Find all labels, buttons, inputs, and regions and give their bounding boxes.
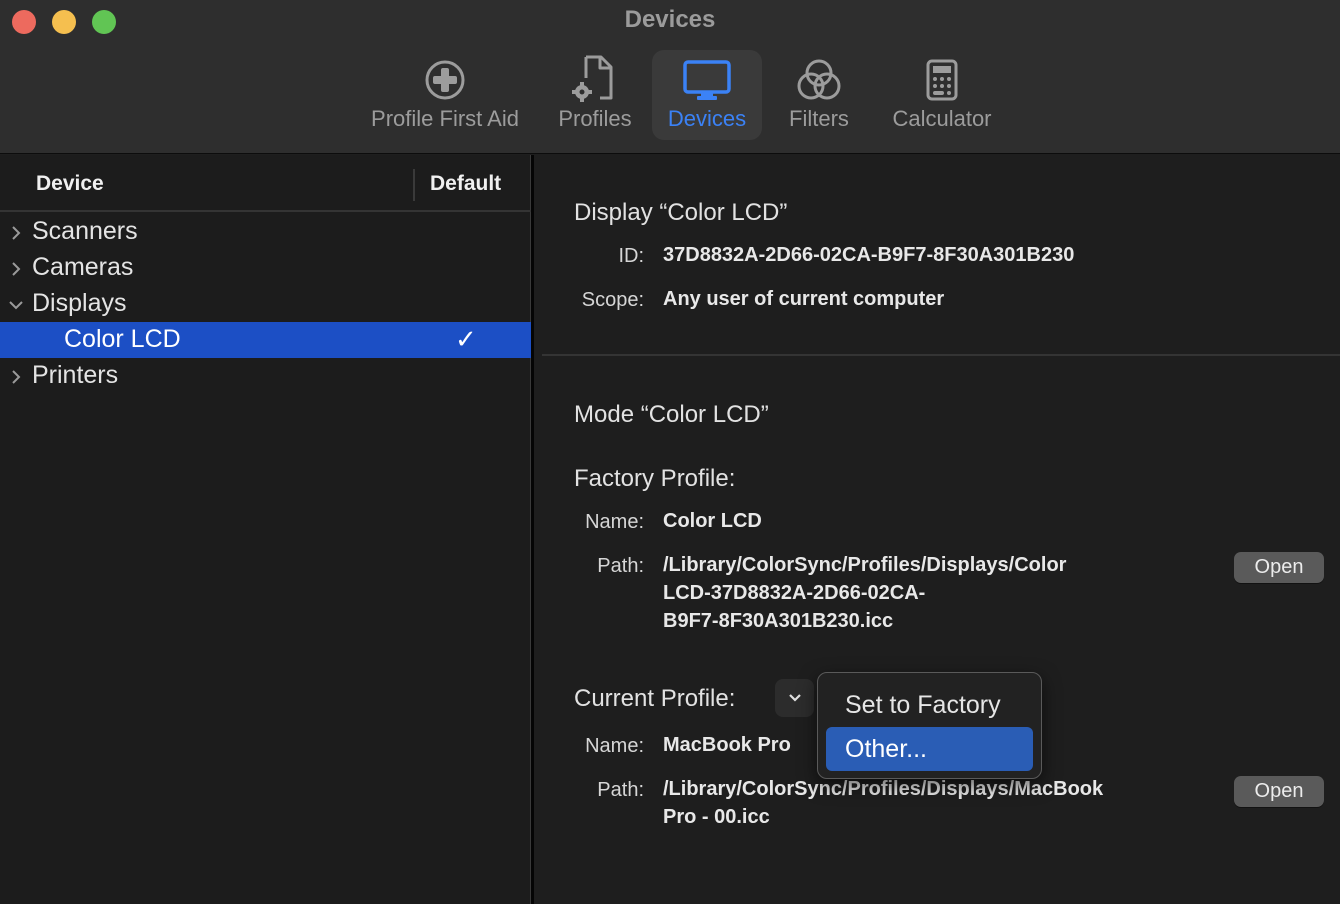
current-name-value: MacBook Pro (663, 734, 791, 756)
chevron-right-icon[interactable] (7, 257, 25, 277)
current-profile-popup-menu: Set to Factory Other... (817, 672, 1042, 779)
tab-filters[interactable]: Filters (776, 50, 862, 140)
column-header-default[interactable]: Default (430, 172, 501, 196)
tab-label: Calculator (892, 106, 992, 131)
window-title: Devices (624, 6, 716, 33)
current-profile-heading: Current Profile: (574, 685, 736, 712)
mode-title: Mode “Color LCD” (574, 401, 769, 428)
current-profile-dropdown-button[interactable] (775, 679, 814, 717)
tab-label: Profile First Aid (371, 106, 519, 131)
column-header: Device Default (0, 155, 531, 212)
tree-row-label: Printers (32, 361, 119, 389)
scope-value: Any user of current computer (663, 288, 945, 310)
device-tree: Scanners Cameras Displays Color LCD ✓ Pr… (0, 214, 531, 394)
scope-label: Scope: (581, 289, 644, 311)
toolbar: Profile First Aid Profiles Devices Filte… (0, 50, 1340, 140)
tree-row-label: Color LCD (64, 325, 181, 353)
tree-row-color-lcd[interactable]: Color LCD ✓ (0, 322, 531, 358)
open-current-profile-button[interactable]: Open (1234, 776, 1324, 807)
tab-devices[interactable]: Devices (652, 50, 762, 140)
default-checkmark-icon: ✓ (455, 324, 477, 354)
chevron-right-icon[interactable] (7, 221, 25, 241)
display-icon (677, 50, 737, 102)
tab-label: Devices (667, 106, 747, 131)
factory-name-value: Color LCD (663, 510, 762, 532)
chevron-down-icon (788, 694, 801, 702)
chevron-down-icon[interactable] (7, 293, 25, 313)
colorsync-utility-window: Devices Profile First Aid Profiles Devic… (0, 0, 1340, 904)
tab-label: Profiles (558, 106, 632, 131)
menu-item-set-to-factory[interactable]: Set to Factory (826, 683, 1033, 727)
factory-profile-heading: Factory Profile: (574, 465, 736, 492)
id-value: 37D8832A-2D66-02CA-B9F7-8F30A301B230 (663, 244, 1075, 266)
tab-profiles[interactable]: Profiles (550, 50, 640, 140)
column-separator[interactable] (413, 169, 415, 201)
path-line: Pro - 00.icc (663, 806, 770, 828)
tab-label: Filters (789, 106, 849, 131)
factory-name-label: Name: (585, 511, 644, 533)
tree-row-label: Scanners (32, 217, 138, 245)
open-factory-profile-button[interactable]: Open (1234, 552, 1324, 583)
tree-row-label: Displays (32, 289, 127, 317)
tree-row-displays[interactable]: Displays (0, 286, 531, 322)
tab-calculator[interactable]: Calculator (884, 50, 1000, 140)
factory-path-label: Path: (597, 555, 644, 577)
section-divider (542, 354, 1340, 356)
path-line: /Library/ColorSync/Profiles/Displays/Mac… (663, 778, 1104, 800)
calculator-icon (912, 50, 972, 102)
tree-row-label: Cameras (32, 253, 134, 281)
tree-row-scanners[interactable]: Scanners (0, 214, 531, 250)
path-line: /Library/ColorSync/Profiles/Displays/Col… (663, 554, 1067, 576)
display-title: Display “Color LCD” (574, 199, 788, 226)
profile-document-icon (565, 50, 625, 102)
column-header-device[interactable]: Device (36, 172, 104, 196)
tab-profile-first-aid[interactable]: Profile First Aid (362, 50, 528, 140)
chevron-right-icon[interactable] (7, 365, 25, 385)
first-aid-icon (415, 50, 475, 102)
title-bar: Devices Profile First Aid Profiles Devic… (0, 0, 1340, 154)
device-sidebar: Device Default Scanners Cameras Displays… (0, 155, 531, 904)
path-line: LCD-37D8832A-2D66-02CA- (663, 582, 926, 604)
menu-item-other[interactable]: Other... (826, 727, 1033, 771)
path-line: B9F7-8F30A301B230.icc (663, 610, 894, 632)
filters-icon (789, 50, 849, 102)
factory-path-value: /Library/ColorSync/Profiles/Displays/Col… (663, 551, 1066, 635)
tree-row-printers[interactable]: Printers (0, 358, 531, 394)
current-path-value: /Library/ColorSync/Profiles/Displays/Mac… (663, 775, 1103, 831)
tree-row-cameras[interactable]: Cameras (0, 250, 531, 286)
current-name-label: Name: (585, 735, 644, 757)
id-label: ID: (618, 245, 644, 267)
current-path-label: Path: (597, 779, 644, 801)
device-detail-pane: Display “Color LCD” ID: 37D8832A-2D66-02… (534, 155, 1340, 904)
